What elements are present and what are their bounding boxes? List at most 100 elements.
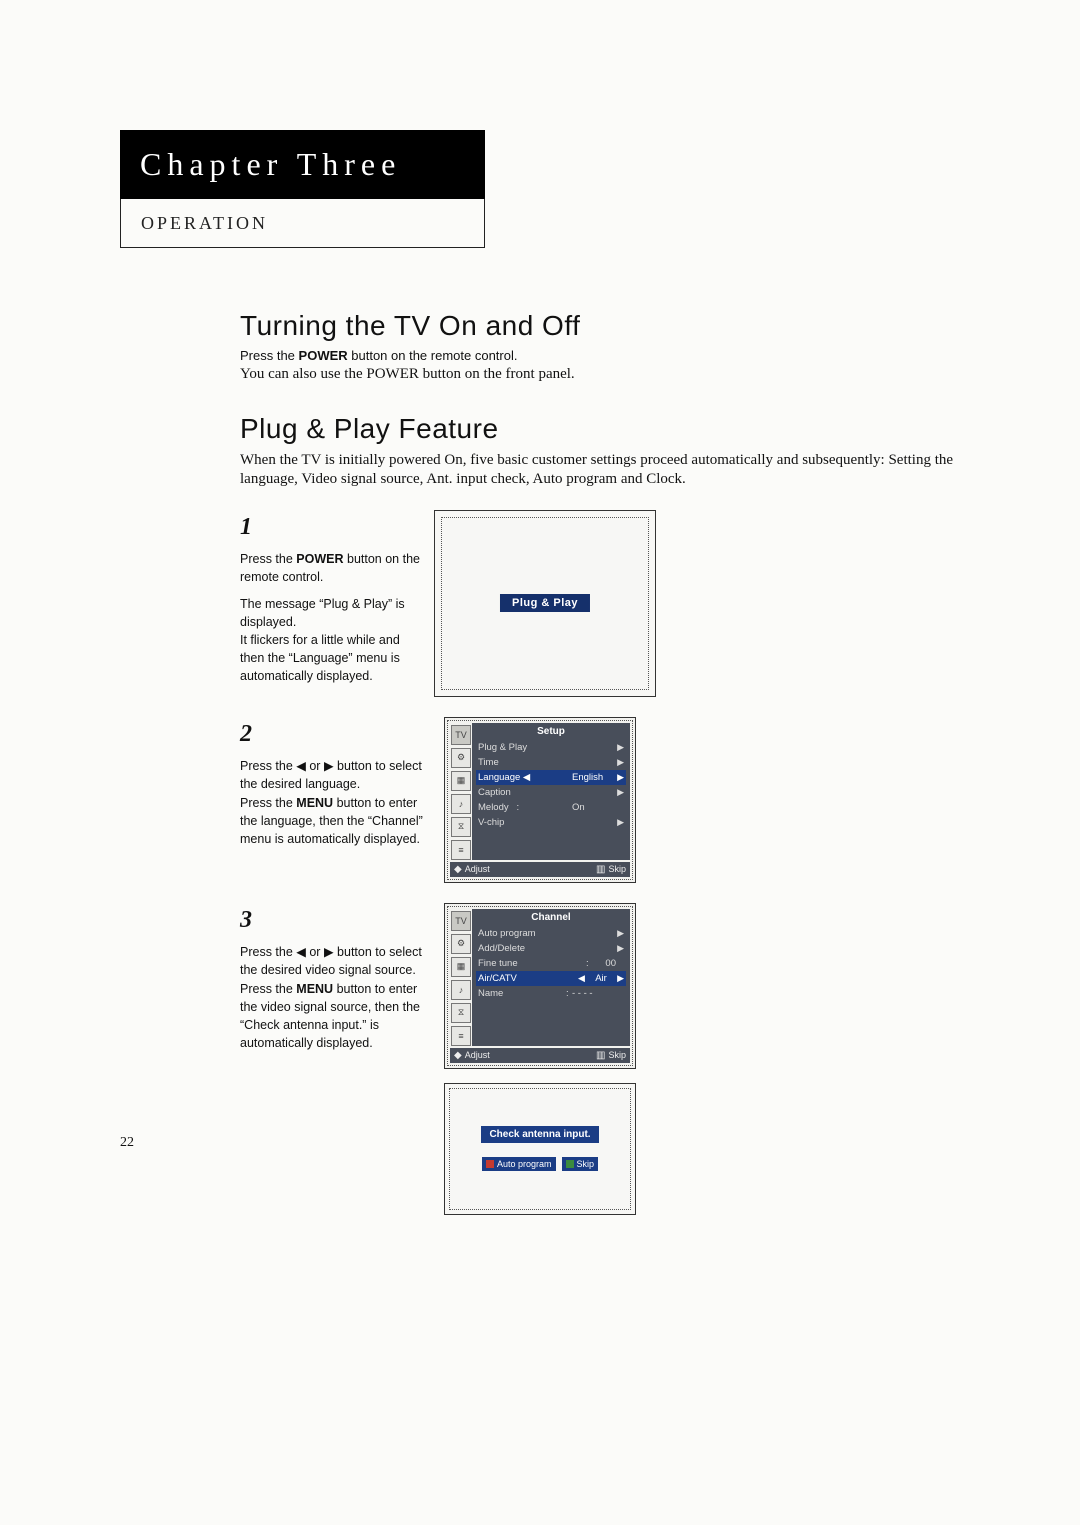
- menu-item-plug-play[interactable]: Plug & Play ▶: [476, 740, 626, 755]
- footer-adjust: ◆Adjust: [454, 1050, 490, 1061]
- step-1-number: 1: [240, 510, 420, 545]
- bars-icon: ≡: [451, 840, 471, 860]
- menu-value: 00: [592, 958, 616, 969]
- osd-setup-menu: TV ⚙ ▦ ♪ ⧖ ≡ Setup Plug & Play ▶: [444, 717, 636, 883]
- step-2: 2 Press the ◀ or ▶ button to select the …: [240, 717, 970, 883]
- chevron-right-icon: ▶: [616, 973, 624, 984]
- osd-footer: ◆Adjust ▥Skip: [450, 862, 630, 877]
- picture-icon: ▦: [451, 957, 471, 977]
- osd-plug-and-play: Plug & Play: [434, 510, 656, 697]
- text: Press the: [240, 796, 296, 810]
- osd-border: TV ⚙ ▦ ♪ ⧖ ≡ Setup Plug & Play ▶: [447, 720, 633, 880]
- menu-label: Time: [478, 757, 616, 768]
- menu-icon: ▥: [596, 864, 605, 875]
- content: Turning the TV On and Off Press the POWE…: [240, 290, 970, 1215]
- osd-footer-wrap: ◆Adjust ▥Skip: [450, 1046, 630, 1063]
- step-3-text: 3 Press the ◀ or ▶ button to select the …: [240, 903, 430, 1053]
- osd-list: Channel Auto program ▶ Add/Delete ▶: [472, 909, 630, 1046]
- step-1: 1 Press the POWER button on the remote c…: [240, 510, 970, 697]
- section1-line1: Press the POWER button on the remote con…: [240, 348, 970, 363]
- osd-check-title: Check antenna input.: [481, 1126, 598, 1143]
- skip-button[interactable]: Skip: [562, 1157, 599, 1171]
- osd-footer-wrap: ◆Adjust ▥Skip: [450, 860, 630, 877]
- chevron-right-icon: ▶: [616, 757, 624, 768]
- osd-footer: ◆Adjust ▥Skip: [450, 1048, 630, 1063]
- clock-icon: ⧖: [451, 817, 471, 837]
- menu-item-caption[interactable]: Caption ▶: [476, 785, 626, 800]
- diamond-icon: ◆: [454, 1050, 462, 1061]
- text: Melody: [478, 802, 509, 813]
- section2-intro: When the TV is initially powered On, fiv…: [240, 451, 970, 490]
- osd-body: TV ⚙ ▦ ♪ ⧖ ≡ Setup Plug & Play ▶: [450, 723, 630, 860]
- osd-check-antenna: Check antenna input. Auto program Skip: [444, 1083, 636, 1215]
- auto-program-button[interactable]: Auto program: [482, 1157, 556, 1171]
- text: Press the: [240, 982, 296, 996]
- step-3-number: 3: [240, 903, 430, 938]
- setup-icon: ⚙: [451, 748, 471, 768]
- chevron-left-icon: ◀: [523, 772, 530, 783]
- osd-icon-column: TV ⚙ ▦ ♪ ⧖ ≡: [450, 909, 472, 1046]
- menu-label: Fine tune: [478, 958, 586, 969]
- text: Skip: [608, 1050, 626, 1060]
- menu-item-time[interactable]: Time ▶: [476, 755, 626, 770]
- menu-label: Language ◀: [478, 772, 572, 783]
- sound-icon: ♪: [451, 980, 471, 1000]
- menu-label: V-chip: [478, 817, 616, 828]
- color-square-red-icon: [486, 1160, 494, 1168]
- sound-icon: ♪: [451, 794, 471, 814]
- menu-item-language[interactable]: Language ◀ English ▶: [476, 770, 626, 785]
- chevron-right-icon: ▶: [616, 787, 624, 798]
- osd-border: Check antenna input. Auto program Skip: [449, 1088, 631, 1210]
- menu-item-melody[interactable]: Melody : On: [476, 800, 626, 815]
- clock-icon: ⧖: [451, 1003, 471, 1023]
- step-1-text: 1 Press the POWER button on the remote c…: [240, 510, 420, 686]
- menu-item-name[interactable]: Name : - - - -: [476, 986, 626, 1001]
- osd-stack: TV ⚙ ▦ ♪ ⧖ ≡ Channel Auto program: [444, 903, 636, 1215]
- setup-icon: ⚙: [451, 934, 471, 954]
- step-2-number: 2: [240, 717, 430, 752]
- footer-adjust: ◆Adjust: [454, 864, 490, 875]
- menu-label: Air/CATV: [478, 973, 578, 984]
- osd-list: Setup Plug & Play ▶ Time ▶ Language ◀: [472, 723, 630, 860]
- menu-item-vchip[interactable]: V-chip ▶: [476, 815, 626, 830]
- keyword-power: POWER: [296, 552, 343, 566]
- button-label: Skip: [577, 1159, 595, 1169]
- page-number: 22: [120, 1135, 134, 1151]
- osd-border: TV ⚙ ▦ ♪ ⧖ ≡ Channel Auto program: [447, 906, 633, 1066]
- menu-label: Plug & Play: [478, 742, 616, 753]
- chevron-right-icon: ▶: [616, 943, 624, 954]
- chevron-right-icon: ▶: [616, 772, 624, 783]
- diamond-icon: ◆: [454, 864, 462, 875]
- step-3: 3 Press the ◀ or ▶ button to select the …: [240, 903, 970, 1215]
- menu-item-add-delete[interactable]: Add/Delete ▶: [476, 941, 626, 956]
- menu-item-fine-tune[interactable]: Fine tune : 00: [476, 956, 626, 971]
- menu-label: Caption: [478, 787, 616, 798]
- text: The message “Plug & Play” is displayed.: [240, 595, 420, 631]
- button-label: Auto program: [497, 1159, 552, 1169]
- color-square-green-icon: [566, 1160, 574, 1168]
- chapter-header: Chapter Three OPERATION: [120, 130, 485, 248]
- text: Skip: [608, 864, 626, 874]
- chevron-right-icon: ▶: [616, 928, 624, 939]
- menu-item-air-catv[interactable]: Air/CATV ◀ Air ▶: [476, 971, 626, 986]
- text: :: [517, 802, 520, 813]
- osd-title: Channel: [476, 911, 626, 926]
- text: Adjust: [465, 1050, 490, 1060]
- tv-icon: TV: [451, 725, 471, 745]
- bars-icon: ≡: [451, 1026, 471, 1046]
- osd-icon-column: TV ⚙ ▦ ♪ ⧖ ≡: [450, 723, 472, 860]
- menu-value: English: [572, 772, 616, 783]
- text: It flickers for a little while and then …: [240, 631, 420, 685]
- text: Press the ◀ or ▶ button to select the de…: [240, 943, 430, 979]
- keyword-power: POWER: [299, 348, 348, 363]
- menu-label: Name: [478, 988, 566, 999]
- osd-check-buttons: Auto program Skip: [482, 1157, 598, 1171]
- footer-skip: ▥Skip: [596, 1050, 626, 1061]
- osd-channel-menu: TV ⚙ ▦ ♪ ⧖ ≡ Channel Auto program: [444, 903, 636, 1069]
- osd-body: TV ⚙ ▦ ♪ ⧖ ≡ Channel Auto program: [450, 909, 630, 1046]
- footer-skip: ▥Skip: [596, 864, 626, 875]
- menu-item-auto-program[interactable]: Auto program ▶: [476, 926, 626, 941]
- section1-line2: You can also use the POWER button on the…: [240, 365, 970, 385]
- text: Language: [478, 772, 520, 783]
- chevron-left-icon: ◀: [578, 973, 586, 984]
